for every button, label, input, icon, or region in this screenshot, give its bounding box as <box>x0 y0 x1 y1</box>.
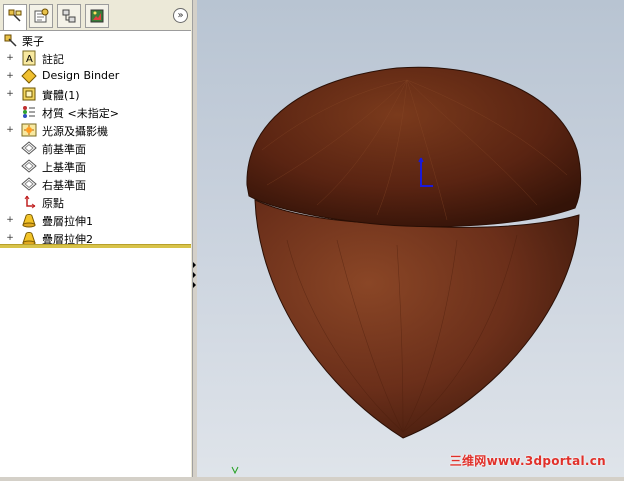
feature-manager-pane: » 栗子 + A 註記 + Design Binder + 實體(1) 材質 <… <box>0 0 193 477</box>
expander-icon <box>6 108 14 116</box>
tree-item-annotations[interactable]: + A 註記 <box>0 49 191 67</box>
graphics-area[interactable]: 三维网www.3dportal.cn <box>197 0 624 477</box>
lights-cameras-icon <box>21 122 37 138</box>
plane-icon <box>21 176 37 192</box>
annotations-icon: A <box>21 50 37 66</box>
manager-tab-bar: » <box>0 0 192 30</box>
chestnut-model <box>246 66 582 439</box>
tree-item-label: 右基準面 <box>42 179 86 192</box>
property-icon <box>34 8 49 23</box>
expander-icon[interactable]: + <box>6 234 14 243</box>
tree-item-label: Design Binder <box>42 69 120 82</box>
chestnut-cap <box>246 66 582 228</box>
tree-item-lights-cameras[interactable]: + 光源及攝影機 <box>0 121 191 139</box>
expander-icon[interactable]: + <box>6 72 14 81</box>
tree-item-label: 材質 <未指定> <box>42 107 119 120</box>
tree-item-solid-bodies[interactable]: + 實體(1) <box>0 85 191 103</box>
svg-text:A: A <box>26 54 33 65</box>
expander-icon <box>6 198 14 206</box>
loft-icon <box>21 212 37 228</box>
tree-item-loft1[interactable]: + 疊層拉伸1 <box>0 211 191 229</box>
expander-icon[interactable]: + <box>6 126 14 135</box>
expander-icon <box>6 162 14 170</box>
propertymanager-tab[interactable] <box>29 4 53 28</box>
tree-item-label: 上基準面 <box>42 161 86 174</box>
solid-bodies-icon <box>21 86 37 102</box>
tree-item-origin[interactable]: 原點 <box>0 193 191 211</box>
configurationmanager-tab[interactable] <box>57 4 81 28</box>
tree-item-label: 實體(1) <box>42 89 80 102</box>
plane-icon <box>21 158 37 174</box>
tree-root-label: 栗子 <box>22 35 44 48</box>
tree-item-right-plane[interactable]: 右基準面 <box>0 175 191 193</box>
part-icon <box>3 32 19 48</box>
tree-item-label: 疊層拉伸1 <box>42 215 93 228</box>
configuration-icon <box>62 9 76 23</box>
expand-panel-button[interactable]: » <box>173 8 188 23</box>
chestnut-body <box>254 199 580 439</box>
displaymanager-tab[interactable] <box>85 4 109 28</box>
expander-icon[interactable]: + <box>6 90 14 99</box>
view-orientation-triad-icon <box>231 466 239 474</box>
display-icon <box>90 9 104 23</box>
feature-tree: 栗子 + A 註記 + Design Binder + 實體(1) 材質 <未指… <box>0 30 191 246</box>
feature-tree-icon <box>8 9 22 22</box>
tree-empty-area <box>0 248 191 477</box>
tree-item-front-plane[interactable]: 前基準面 <box>0 139 191 157</box>
featuremanager-tab[interactable] <box>3 4 27 30</box>
expander-icon <box>6 180 14 188</box>
tree-item-label: 前基準面 <box>42 143 86 156</box>
design-binder-icon <box>21 68 37 84</box>
tree-item-label: 光源及攝影機 <box>42 125 108 138</box>
expander-icon <box>6 144 14 152</box>
site-watermark: 三维网www.3dportal.cn <box>449 454 606 468</box>
plane-icon <box>21 140 37 156</box>
origin-icon <box>21 194 37 210</box>
tree-item-material[interactable]: 材質 <未指定> <box>0 103 191 121</box>
expander-icon[interactable]: + <box>6 216 14 225</box>
tree-root[interactable]: 栗子 <box>0 31 191 49</box>
material-icon <box>21 104 37 120</box>
expander-icon[interactable]: + <box>6 54 14 63</box>
tree-item-design-binder[interactable]: + Design Binder <box>0 67 191 85</box>
tree-item-top-plane[interactable]: 上基準面 <box>0 157 191 175</box>
tree-item-label: 註記 <box>42 53 64 66</box>
tree-item-label: 原點 <box>42 197 64 210</box>
